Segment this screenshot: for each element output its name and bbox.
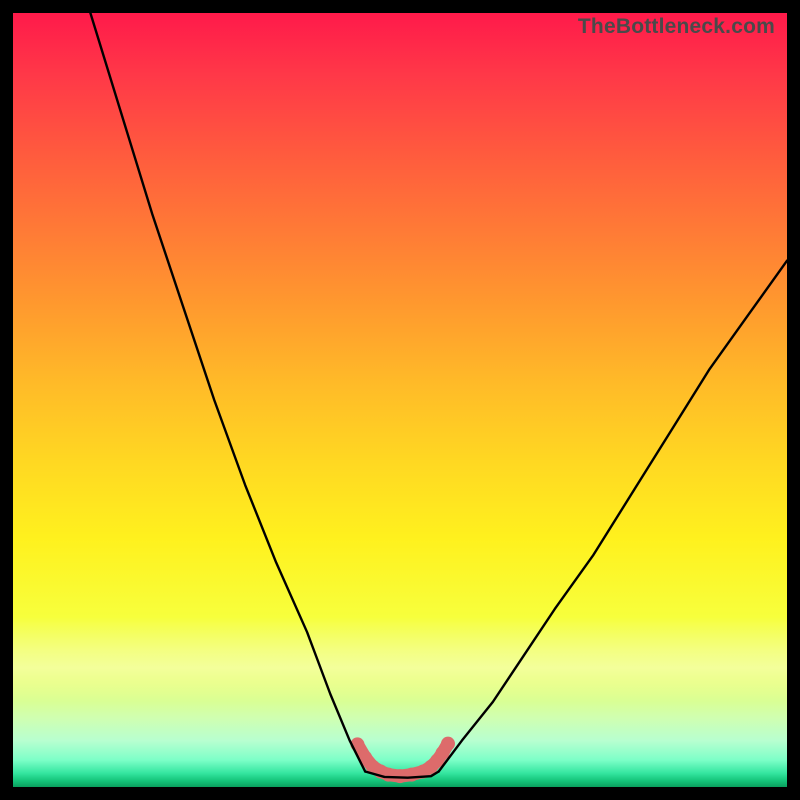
chart-stage: TheBottleneck.com (0, 0, 800, 800)
bottleneck-dot (441, 737, 455, 751)
curve-left-curve (90, 13, 365, 772)
watermark-text: TheBottleneck.com (578, 15, 775, 39)
plot-area: TheBottleneck.com (13, 13, 787, 787)
curve-layer (13, 13, 787, 787)
curve-right-curve (439, 261, 787, 772)
